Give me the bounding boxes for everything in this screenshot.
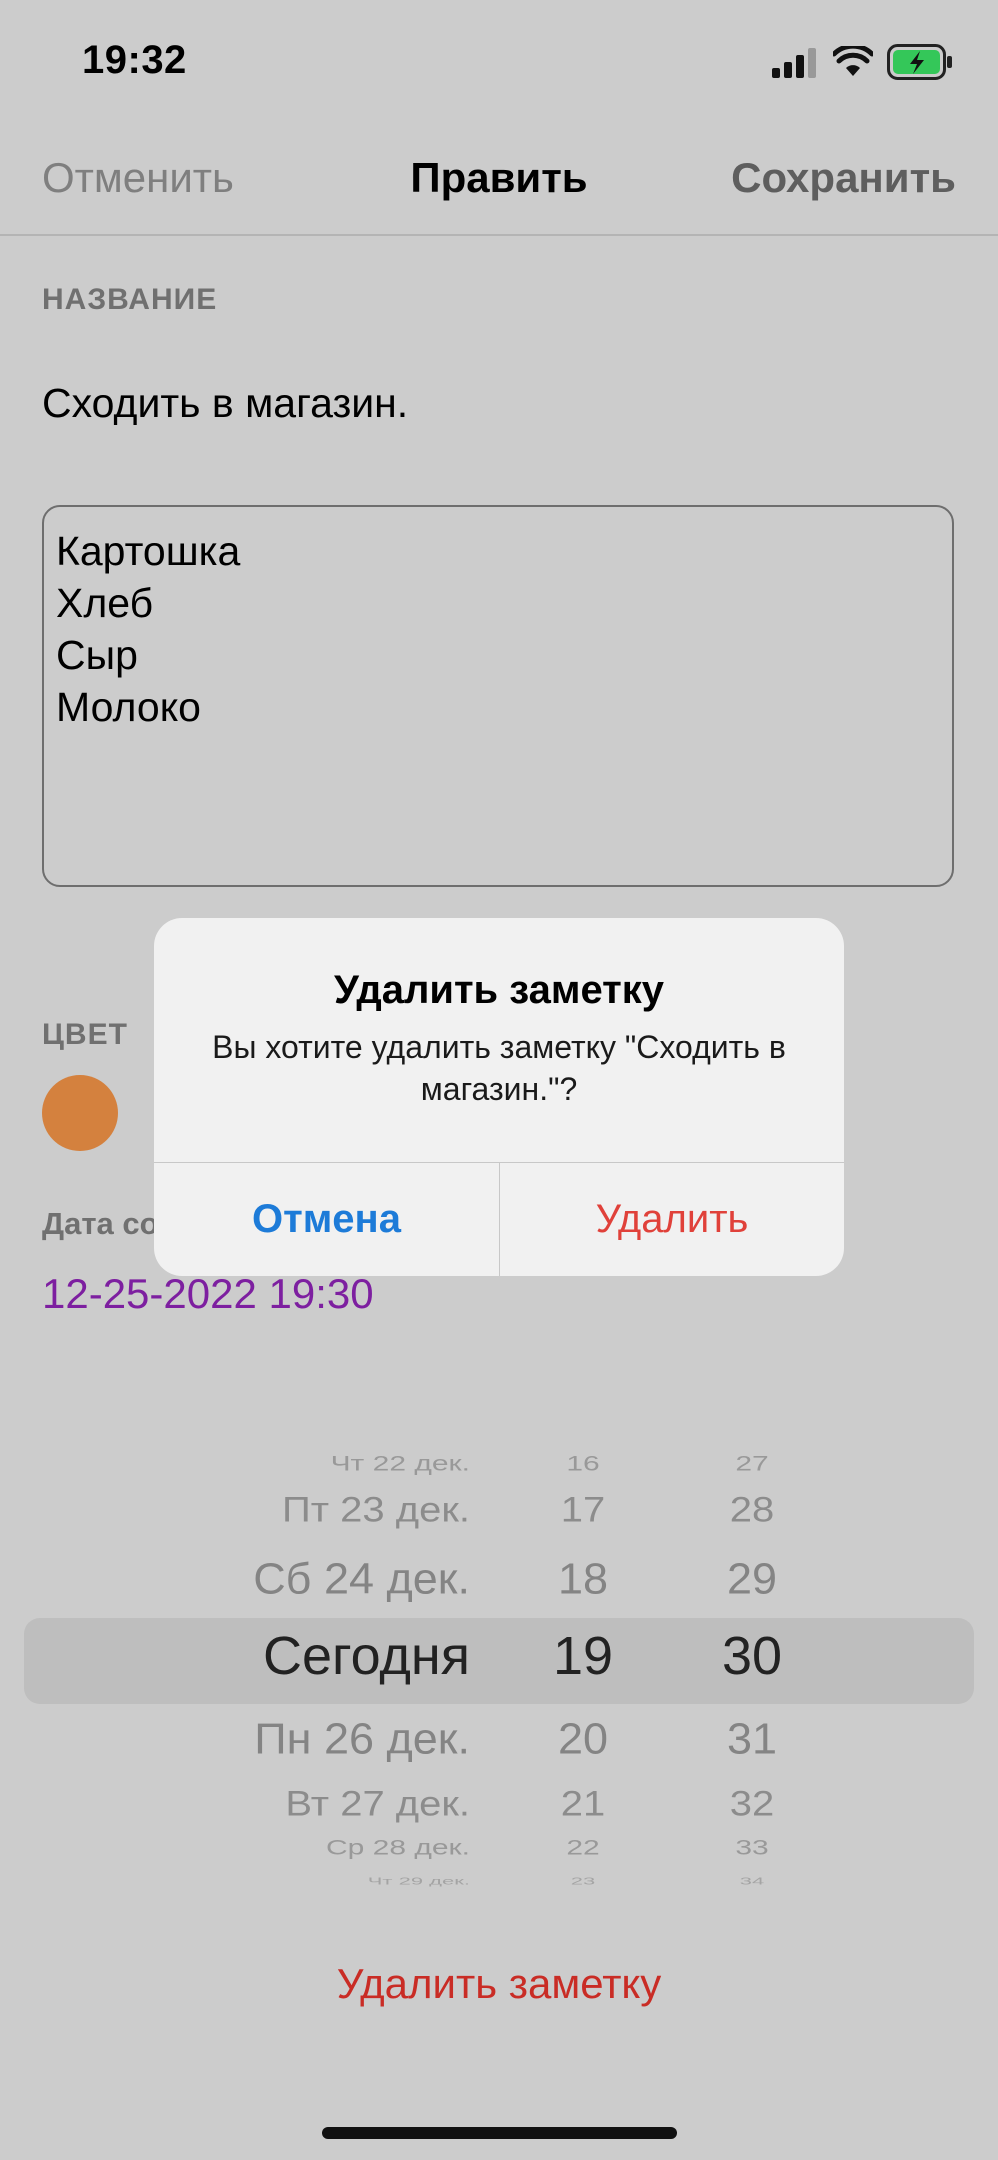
picker-hour: 17 bbox=[560, 1490, 606, 1530]
color-section-label: ЦВЕТ bbox=[42, 1018, 128, 1051]
home-indicator bbox=[322, 2127, 677, 2139]
wifi-icon bbox=[833, 46, 873, 76]
picker-day: Чт 29 дек. bbox=[367, 1875, 470, 1887]
picker-minute: 34 bbox=[739, 1875, 765, 1887]
color-swatch[interactable] bbox=[42, 1075, 118, 1151]
picker-minute: 33 bbox=[735, 1836, 769, 1860]
picker-day: Пт 23 дек. bbox=[282, 1490, 470, 1530]
picker-minute: 28 bbox=[729, 1490, 775, 1530]
picker-day: Пн 26 дек. bbox=[254, 1714, 470, 1763]
notes-text-area[interactable]: Картошка Хлеб Сыр Молоко bbox=[42, 505, 954, 887]
picker-hour: 20 bbox=[557, 1714, 609, 1763]
picker-minute: 29 bbox=[726, 1554, 778, 1603]
picker-minute: 30 bbox=[721, 1626, 783, 1686]
status-bar: 19:32 bbox=[0, 0, 998, 130]
picker-day: Вт 27 дек. bbox=[285, 1784, 470, 1824]
alert-message: Вы хотите удалить заметку "Сходить в маг… bbox=[212, 1029, 786, 1107]
picker-day: Ср 28 дек. bbox=[325, 1836, 470, 1860]
name-section-label: НАЗВАНИЕ bbox=[42, 283, 218, 316]
picker-row-selected[interactable]: Сегодня 19 30 bbox=[0, 1624, 998, 1689]
picker-row[interactable]: Пт 23 дек. 17 28 bbox=[0, 1489, 998, 1531]
date-value[interactable]: 12-25-2022 19:30 bbox=[42, 1270, 374, 1318]
navigation-bar: Отменить Править Сохранить bbox=[0, 130, 998, 236]
picker-row[interactable]: Чт 22 дек. 16 27 bbox=[0, 1451, 998, 1476]
picker-hour: 22 bbox=[566, 1836, 600, 1860]
picker-row[interactable]: Вт 27 дек. 21 32 bbox=[0, 1783, 998, 1825]
delete-alert-dialog: Удалить заметку Вы хотите удалить заметк… bbox=[154, 918, 844, 1276]
picker-row[interactable]: Пн 26 дек. 20 31 bbox=[0, 1713, 998, 1765]
notes-line: Молоко bbox=[56, 684, 201, 730]
picker-row[interactable]: Чт 29 дек. 23 34 bbox=[0, 1875, 998, 1887]
picker-hour: 16 bbox=[566, 1452, 600, 1476]
note-title-field[interactable]: Сходить в магазин. bbox=[42, 380, 408, 427]
picker-hour: 23 bbox=[570, 1875, 596, 1887]
picker-row[interactable]: Сб 24 дек. 18 29 bbox=[0, 1553, 998, 1605]
alert-delete-button[interactable]: Удалить bbox=[500, 1162, 844, 1276]
date-section-label: Дата со bbox=[42, 1206, 159, 1241]
picker-hour: 18 bbox=[557, 1554, 609, 1603]
picker-day: Сегодня bbox=[263, 1626, 470, 1686]
picker-day: Чт 22 дек. bbox=[330, 1452, 470, 1476]
notes-line: Сыр bbox=[56, 632, 138, 678]
picker-minute: 32 bbox=[729, 1784, 775, 1824]
picker-minute: 31 bbox=[726, 1714, 778, 1763]
alert-title: Удалить заметку bbox=[333, 968, 665, 1012]
picker-row[interactable]: Ср 28 дек. 22 33 bbox=[0, 1835, 998, 1860]
picker-day: Сб 24 дек. bbox=[253, 1554, 470, 1603]
status-time: 19:32 bbox=[82, 38, 187, 82]
date-time-picker[interactable]: Ср 21 дек.1526Чт 22 дек.1627Пт 23 дек.17… bbox=[0, 1428, 998, 1890]
picker-minute: 27 bbox=[735, 1452, 769, 1476]
delete-note-button[interactable]: Удалить заметку bbox=[0, 1960, 998, 2008]
picker-hour: 21 bbox=[560, 1784, 606, 1824]
notes-line: Хлеб bbox=[56, 580, 154, 626]
save-button[interactable]: Сохранить bbox=[731, 154, 956, 202]
battery-charging-icon bbox=[887, 44, 952, 80]
picker-hour: 19 bbox=[552, 1626, 614, 1686]
alert-cancel-button[interactable]: Отмена bbox=[154, 1162, 499, 1276]
cellular-signal-icon bbox=[772, 48, 816, 78]
notes-line: Картошка bbox=[56, 528, 241, 574]
